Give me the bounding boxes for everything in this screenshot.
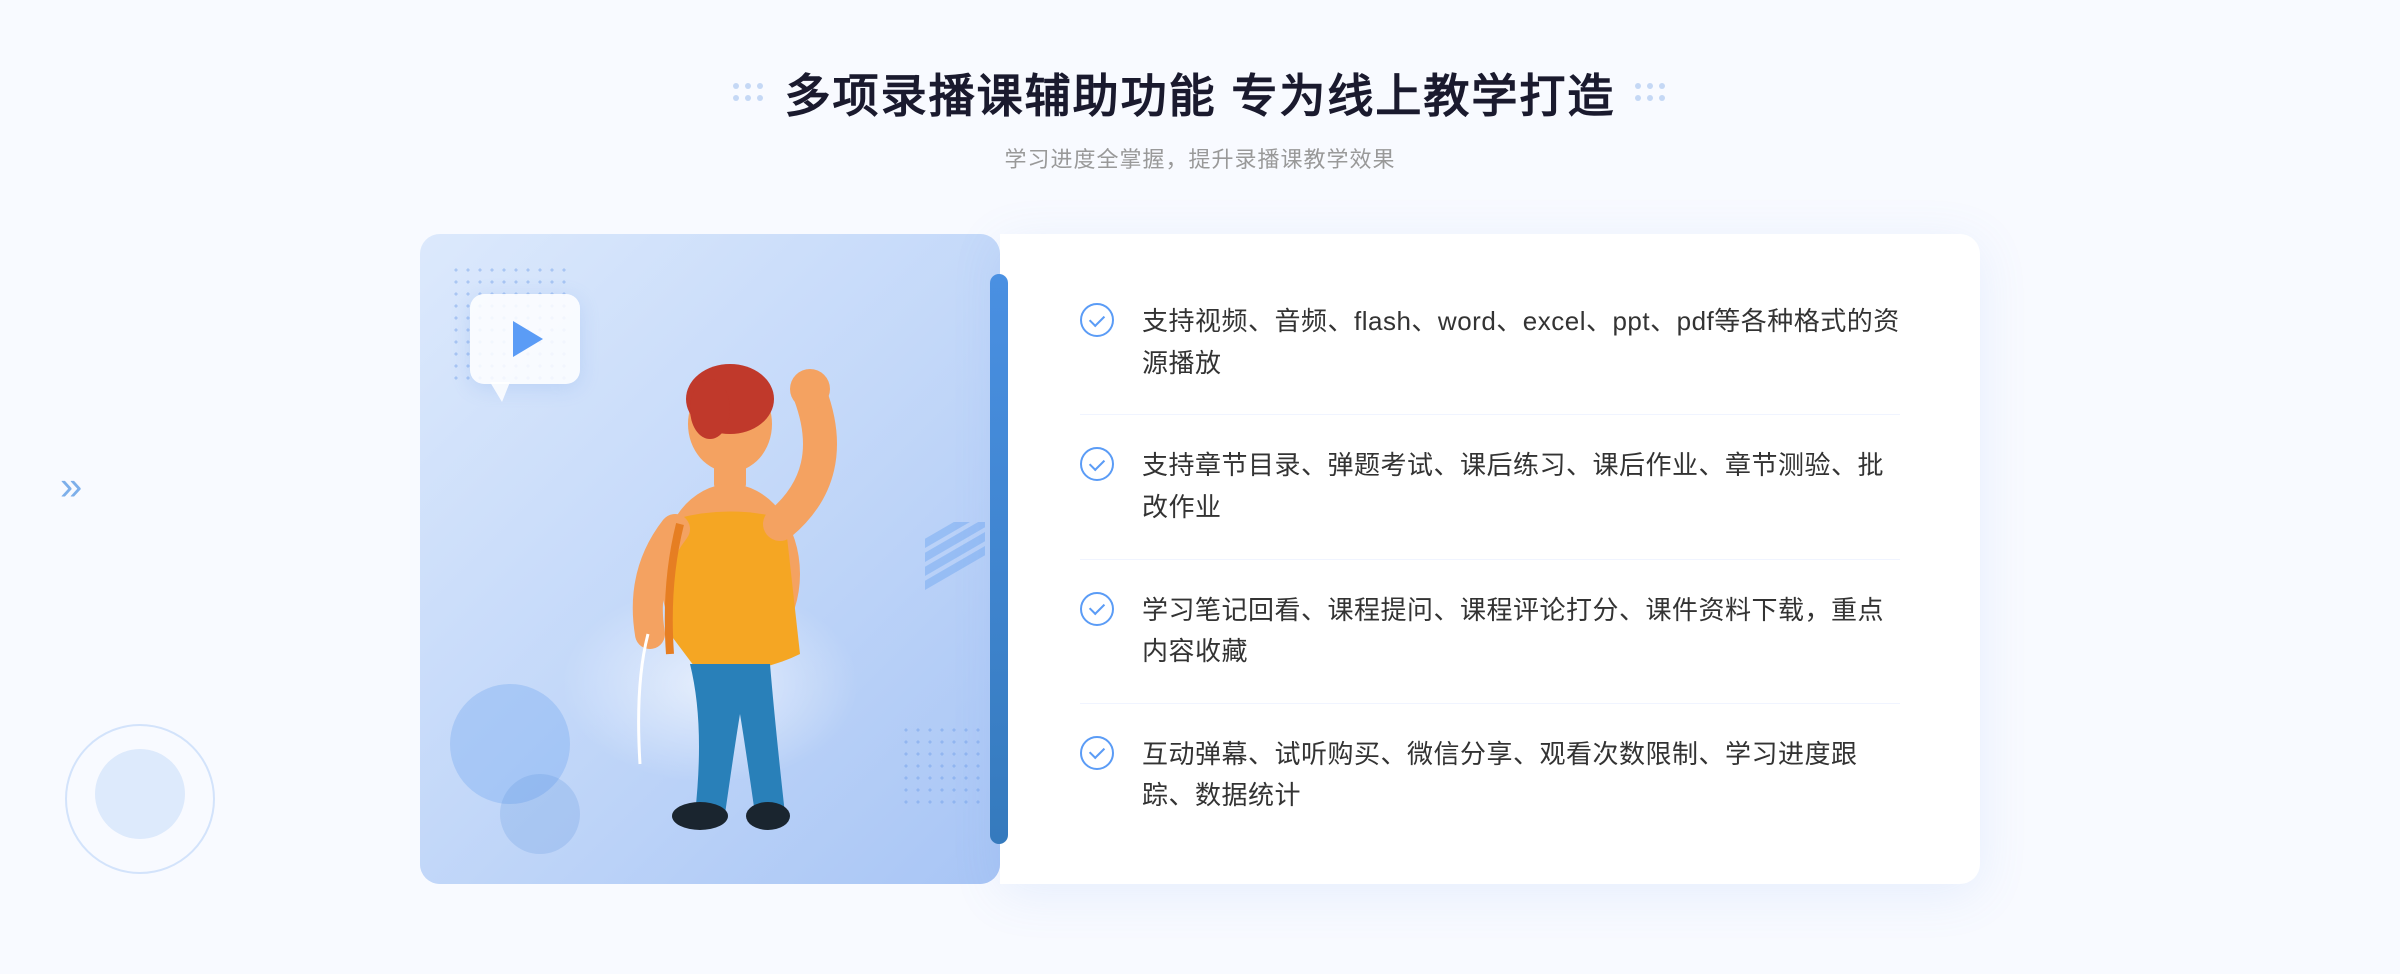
check-mark-3 [1089,599,1105,615]
person-illustration [420,234,1000,884]
check-circle-1 [1080,303,1114,337]
feature-text-3: 学习笔记回看、课程提问、课程评论打分、课件资料下载，重点内容收藏 [1142,590,1900,673]
check-circle-3 [1080,592,1114,626]
check-icon-4 [1080,736,1114,770]
left-decorator [733,83,765,103]
check-icon-2 [1080,447,1114,481]
feature-text-4: 互动弹幕、试听购买、微信分享、观看次数限制、学习进度跟踪、数据统计 [1142,734,1900,817]
check-mark-1 [1089,311,1105,327]
header-decorators: 多项录播课辅助功能 专为线上教学打造 [733,60,1668,126]
feature-item-2: 支持章节目录、弹题考试、课后练习、课后作业、章节测验、批改作业 [1080,415,1900,559]
right-decorator [1635,83,1667,103]
left-arrow-decoration: » [60,465,82,510]
feature-text-2: 支持章节目录、弹题考试、课后练习、课后作业、章节测验、批改作业 [1142,445,1900,528]
check-circle-2 [1080,447,1114,481]
feature-text-1: 支持视频、音频、flash、word、excel、ppt、pdf等各种格式的资源… [1142,301,1900,384]
main-title: 多项录播课辅助功能 专为线上教学打造 [785,60,1616,126]
check-circle-4 [1080,736,1114,770]
feature-item-1: 支持视频、音频、flash、word、excel、ppt、pdf等各种格式的资源… [1080,271,1900,415]
inner-circle-decoration [95,749,185,839]
check-icon-3 [1080,592,1114,626]
check-mark-2 [1089,455,1105,471]
blue-bar [990,274,1008,844]
check-icon-1 [1080,303,1114,337]
content-area: 支持视频、音频、flash、word、excel、ppt、pdf等各种格式的资源… [420,234,1980,914]
feature-item-3: 学习笔记回看、课程提问、课程评论打分、课件资料下载，重点内容收藏 [1080,560,1900,704]
page-container: 多项录播课辅助功能 专为线上教学打造 学习进度全掌握，提升录播课教学效果 » [0,0,2400,974]
check-mark-4 [1089,743,1105,759]
header-section: 多项录播课辅助功能 专为线上教学打造 学习进度全掌握，提升录播课教学效果 [733,60,1668,174]
illustration-panel [420,234,1000,884]
subtitle: 学习进度全掌握，提升录播课教学效果 [733,142,1668,174]
feature-item-4: 互动弹幕、试听购买、微信分享、观看次数限制、学习进度跟踪、数据统计 [1080,704,1900,847]
features-panel: 支持视频、音频、flash、word、excel、ppt、pdf等各种格式的资源… [1000,234,1980,884]
